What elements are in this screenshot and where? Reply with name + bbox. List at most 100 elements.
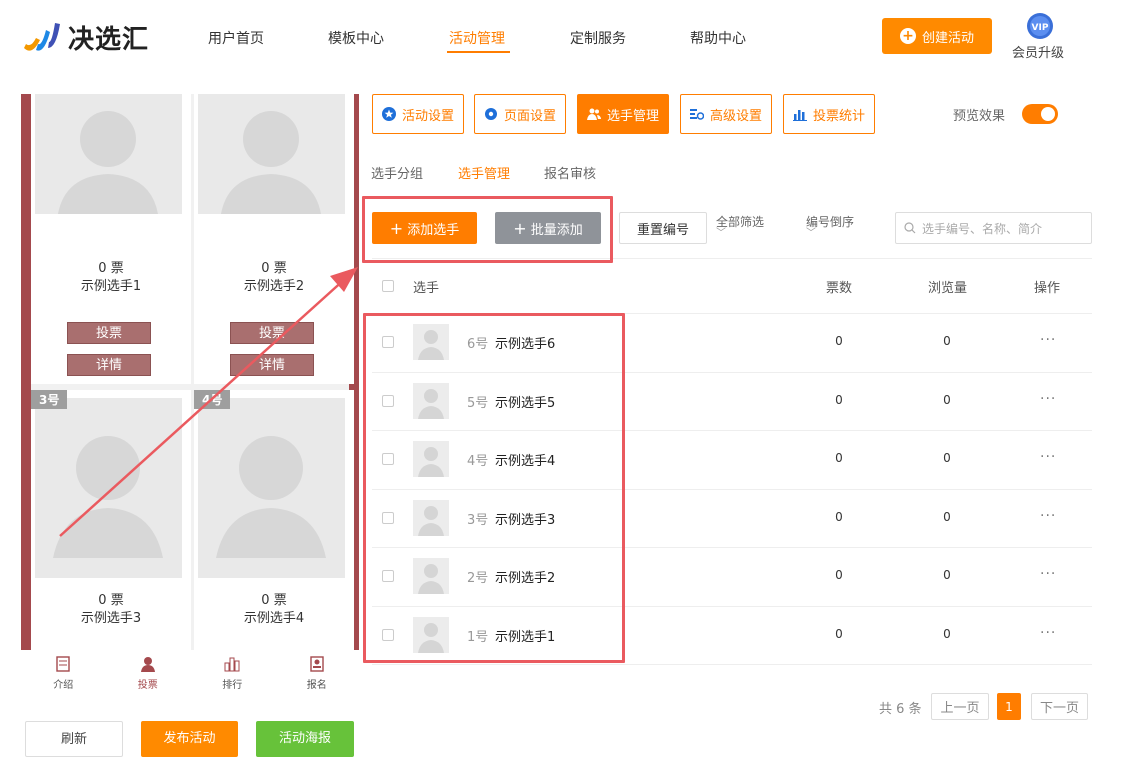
player-views: 0 xyxy=(943,509,951,524)
advanced-icon xyxy=(689,109,704,120)
more-actions-icon[interactable]: ··· xyxy=(1040,332,1056,348)
next-page-button[interactable]: 下一页 xyxy=(1031,693,1088,720)
number-tag: 4号 xyxy=(194,390,231,409)
tab-ranking[interactable]: 排行 xyxy=(190,650,275,696)
vip-badge-icon[interactable]: VIP xyxy=(1020,12,1060,42)
tool-label: 活动设置 xyxy=(401,108,454,124)
more-actions-icon[interactable]: ··· xyxy=(1040,391,1056,407)
create-activity-button[interactable]: + 创建活动 xyxy=(882,18,992,54)
tool-advanced-settings[interactable]: 高级设置 xyxy=(680,94,772,134)
vote-button[interactable]: 投票 xyxy=(67,322,151,344)
logo[interactable]: 决选汇 xyxy=(22,16,172,58)
player-votes: 0 xyxy=(835,334,843,349)
header-votes: 票数 xyxy=(826,281,853,296)
prev-page-button[interactable]: 上一页 xyxy=(931,693,989,720)
player-votes: 0 xyxy=(835,568,843,583)
detail-button[interactable]: 详情 xyxy=(67,354,151,376)
nav-templates[interactable]: 模板中心 xyxy=(328,28,384,48)
subtab-players[interactable]: 选手管理 xyxy=(458,163,510,182)
player-votes: 0 xyxy=(835,509,843,524)
preview-card-name: 示例选手2 xyxy=(243,279,305,294)
preview-card-grid: 0 票 示例选手1 投票 详情 0 票 示例选手2 投票 详情 3号 0 票 示… xyxy=(31,94,354,650)
tool-label: 高级设置 xyxy=(709,108,762,124)
preview-card-votes: 0 票 xyxy=(261,593,287,608)
current-page-button[interactable]: 1 xyxy=(997,693,1021,720)
player-votes: 0 xyxy=(835,626,843,641)
avatar-placeholder-icon xyxy=(198,398,345,578)
highlight-box-rows xyxy=(363,313,625,663)
more-actions-icon[interactable]: ··· xyxy=(1040,566,1056,582)
nav-active-underline xyxy=(447,51,510,53)
search-placeholder: 选手编号、名称、简介 xyxy=(922,221,1043,236)
preview-card-votes: 0 票 xyxy=(261,261,287,276)
header-player: 选手 xyxy=(413,281,440,296)
filter-all-label: 全部筛选 xyxy=(716,215,765,229)
tool-player-management[interactable]: 选手管理 xyxy=(577,94,669,134)
publish-activity-button[interactable]: 发布活动 xyxy=(141,721,238,757)
preview-card-votes: 0 票 xyxy=(98,593,124,608)
player-views: 0 xyxy=(943,334,951,349)
sort-dropdown[interactable]: 编号倒序 ﹀ xyxy=(806,213,855,239)
detail-button[interactable]: 详情 xyxy=(230,354,314,376)
more-actions-icon[interactable]: ··· xyxy=(1040,449,1056,465)
create-activity-label: 创建活动 xyxy=(921,30,974,46)
nav-home[interactable]: 用户首页 xyxy=(208,28,264,48)
tab-label: 报名 xyxy=(306,679,327,691)
preview-card[interactable]: 3号 0 票 示例选手3 xyxy=(31,390,191,650)
plus-icon: + xyxy=(899,28,916,44)
users-icon xyxy=(586,108,601,120)
reset-numbering-button[interactable]: 重置编号 xyxy=(619,212,707,244)
preview-card-name: 示例选手1 xyxy=(80,279,142,294)
player-views: 0 xyxy=(943,392,951,407)
tool-label: 页面设置 xyxy=(503,108,556,124)
tool-vote-statistics[interactable]: 投票统计 xyxy=(783,94,875,134)
more-actions-icon[interactable]: ··· xyxy=(1040,508,1056,524)
vip-badge-text: VIP xyxy=(1032,23,1049,33)
tab-label: 介绍 xyxy=(53,679,74,691)
select-all-checkbox[interactable] xyxy=(382,280,394,292)
tool-page-settings[interactable]: 页面设置 xyxy=(474,94,566,134)
tab-label: 排行 xyxy=(222,679,243,691)
preview-tabbar: 介绍 投票 排行 报名 xyxy=(21,650,359,696)
player-views: 0 xyxy=(943,626,951,641)
nav-help[interactable]: 帮助中心 xyxy=(690,28,746,48)
tab-intro[interactable]: 介绍 xyxy=(21,650,106,696)
tab-vote[interactable]: 投票 xyxy=(106,650,191,696)
tool-activity-settings[interactable]: 活动设置 xyxy=(372,94,464,134)
bar-icon xyxy=(224,657,240,671)
star-icon xyxy=(381,107,396,121)
user-icon xyxy=(140,656,155,672)
id-card-icon xyxy=(310,655,324,672)
chart-icon xyxy=(792,110,807,121)
vip-upgrade-label[interactable]: 会员升级 xyxy=(1012,42,1064,61)
refresh-button[interactable]: 刷新 xyxy=(25,721,123,757)
filter-all-dropdown[interactable]: 全部筛选 ﹀ xyxy=(716,213,765,239)
tab-signup[interactable]: 报名 xyxy=(275,650,360,696)
preview-card-name: 示例选手4 xyxy=(243,611,305,626)
subtab-groups[interactable]: 选手分组 xyxy=(371,163,423,182)
preview-toggle-label: 预览效果 xyxy=(953,109,1006,124)
preview-toggle[interactable] xyxy=(1022,104,1058,124)
vote-button[interactable]: 投票 xyxy=(230,322,314,344)
player-votes: 0 xyxy=(835,392,843,407)
tab-label: 投票 xyxy=(137,679,158,691)
doc-icon xyxy=(56,655,70,672)
nav-custom-service[interactable]: 定制服务 xyxy=(570,28,626,48)
nav-activity-management[interactable]: 活动管理 xyxy=(449,28,505,48)
player-views: 0 xyxy=(943,451,951,466)
preview-card[interactable]: 0 票 示例选手1 投票 详情 xyxy=(31,94,191,384)
search-field[interactable]: 选手编号、名称、简介 xyxy=(895,212,1092,244)
header-ops: 操作 xyxy=(1034,281,1061,296)
chevron-down-icon: ﹀ xyxy=(716,228,726,239)
gear-icon xyxy=(484,108,497,120)
preview-card[interactable]: 0 票 示例选手2 投票 详情 xyxy=(194,94,354,384)
preview-card[interactable]: 4号 0 票 示例选手4 xyxy=(194,390,354,650)
avatar-placeholder-icon xyxy=(198,94,345,214)
tool-label: 投票统计 xyxy=(812,108,865,124)
subtab-review[interactable]: 报名审核 xyxy=(544,163,596,182)
more-actions-icon[interactable]: ··· xyxy=(1040,625,1056,641)
player-views: 0 xyxy=(943,568,951,583)
logo-mark-icon xyxy=(22,18,62,56)
activity-poster-button[interactable]: 活动海报 xyxy=(256,721,354,757)
sort-label: 编号倒序 xyxy=(806,215,855,229)
